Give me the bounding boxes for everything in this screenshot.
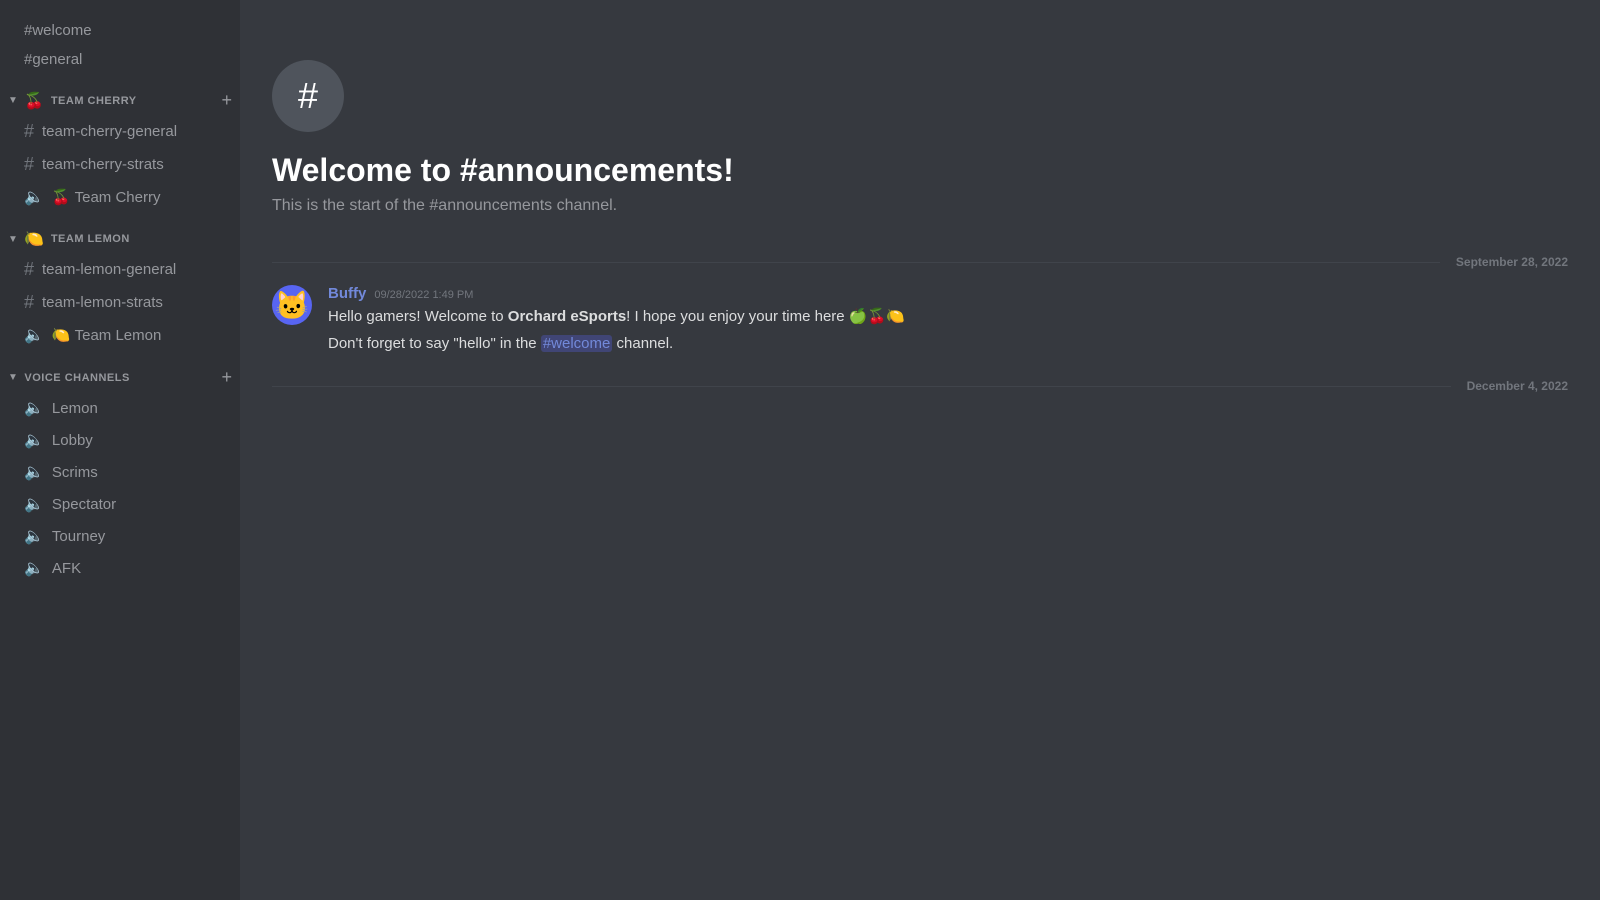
channel-name-general: general xyxy=(32,51,82,68)
date-label-2: December 4, 2022 xyxy=(1467,379,1568,393)
main-content: # Welcome to #announcements! This is the… xyxy=(240,0,1600,900)
chevron-icon: ▼ xyxy=(8,95,18,106)
hash-icon: # xyxy=(24,154,34,175)
category-team-lemon[interactable]: ▼ 🍋 TEAM LEMON xyxy=(0,213,240,253)
channel-icon: # xyxy=(272,60,344,132)
speaker-icon: 🔈 xyxy=(24,526,44,546)
message-group-buffy: 🐱 Buffy 09/28/2022 1:49 PM Hello gamers!… xyxy=(240,277,1600,363)
speaker-icon: 🔈 xyxy=(24,398,44,418)
channel-item-team-lemon-voice[interactable]: 🔈 🍋 Team Lemon xyxy=(8,320,232,350)
welcome-section: # Welcome to #announcements! This is the… xyxy=(240,0,1600,239)
avatar-buffy: 🐱 xyxy=(272,285,312,325)
add-channel-button-voice[interactable]: + xyxy=(221,367,232,388)
add-channel-button-cherry[interactable]: + xyxy=(221,90,232,111)
channel-name: Team Cherry xyxy=(75,189,161,206)
message-text-line1: Hello gamers! Welcome to Orchard eSports… xyxy=(328,306,1568,329)
channel-name: team-cherry-strats xyxy=(42,156,164,173)
category-voice-channels[interactable]: ▼ VOICE CHANNELS + xyxy=(0,351,240,392)
channel-name: Team Lemon xyxy=(75,327,162,344)
cherry-emoji-voice: 🍒 xyxy=(52,188,71,206)
hash-icon: # xyxy=(24,259,34,280)
speaker-icon: 🔈 xyxy=(24,494,44,514)
channel-name: team-cherry-general xyxy=(42,123,177,140)
channel-name: Lobby xyxy=(52,432,93,449)
hash-icon: # xyxy=(24,292,34,313)
speaker-icon: 🔈 xyxy=(24,325,44,345)
channel-item-lobby-vc[interactable]: 🔈 Lobby xyxy=(8,425,232,455)
channel-name: Spectator xyxy=(52,496,116,513)
chevron-icon: ▼ xyxy=(8,234,18,245)
category-label-voice: VOICE CHANNELS xyxy=(24,372,129,384)
channel-item-scrims-vc[interactable]: 🔈 Scrims xyxy=(8,457,232,487)
speaker-icon: 🔈 xyxy=(24,430,44,450)
lemon-emoji-voice: 🍋 xyxy=(52,326,71,344)
bold-orchard: Orchard eSports xyxy=(508,308,626,325)
hash-icon: # xyxy=(24,51,32,68)
welcome-title: Welcome to #announcements! xyxy=(272,152,1568,189)
date-label-1: September 28, 2022 xyxy=(1456,255,1568,269)
lemon-emoji: 🍋 xyxy=(24,229,44,249)
chevron-icon: ▼ xyxy=(8,372,18,383)
channel-name-welcome: welcome xyxy=(32,22,91,39)
category-label-team-cherry: TEAM CHERRY xyxy=(51,95,137,107)
channel-item-lemon-vc[interactable]: 🔈 Lemon xyxy=(8,393,232,423)
sidebar: # welcome # general ▼ 🍒 TEAM CHERRY + # … xyxy=(0,0,240,900)
hash-icon: # xyxy=(24,121,34,142)
hash-icon-large: # xyxy=(298,75,318,117)
channel-item-welcome[interactable]: # welcome xyxy=(8,17,232,44)
message-text-line2: Don't forget to say "hello" in the #welc… xyxy=(328,333,1568,356)
timestamp-buffy: 09/28/2022 1:49 PM xyxy=(374,289,473,301)
channel-name: team-lemon-general xyxy=(42,261,176,278)
welcome-subtitle: This is the start of the #announcements … xyxy=(272,197,1568,215)
channel-name: Lemon xyxy=(52,400,98,417)
channel-item-team-lemon-general[interactable]: # team-lemon-general xyxy=(8,254,232,285)
speaker-icon: 🔈 xyxy=(24,462,44,482)
message-header: Buffy 09/28/2022 1:49 PM xyxy=(328,285,1568,302)
channel-item-tourney-vc[interactable]: 🔈 Tourney xyxy=(8,521,232,551)
date-divider-1: September 28, 2022 xyxy=(240,239,1600,277)
channel-item-spectator-vc[interactable]: 🔈 Spectator xyxy=(8,489,232,519)
speaker-icon: 🔈 xyxy=(24,187,44,207)
channel-item-team-cherry-general[interactable]: # team-cherry-general xyxy=(8,116,232,147)
category-label-team-lemon: TEAM LEMON xyxy=(51,233,130,245)
date-divider-2: December 4, 2022 xyxy=(240,363,1600,401)
category-team-cherry[interactable]: ▼ 🍒 TEAM CHERRY + xyxy=(0,74,240,115)
channel-item-afk-vc[interactable]: 🔈 AFK xyxy=(8,553,232,583)
speaker-icon: 🔈 xyxy=(24,558,44,578)
channel-name: Scrims xyxy=(52,464,98,481)
channel-item-team-cherry-voice[interactable]: 🔈 🍒 Team Cherry xyxy=(8,182,232,212)
welcome-mention[interactable]: #welcome xyxy=(541,335,613,352)
channel-name: Tourney xyxy=(52,528,105,545)
channel-item-general[interactable]: # general xyxy=(8,46,232,73)
channel-item-team-lemon-strats[interactable]: # team-lemon-strats xyxy=(8,287,232,318)
message-content-buffy: Buffy 09/28/2022 1:49 PM Hello gamers! W… xyxy=(328,285,1568,355)
username-buffy: Buffy xyxy=(328,285,366,302)
cherry-emoji: 🍒 xyxy=(24,91,44,111)
channel-item-team-cherry-strats[interactable]: # team-cherry-strats xyxy=(8,149,232,180)
channel-name: AFK xyxy=(52,560,81,577)
channel-name: team-lemon-strats xyxy=(42,294,163,311)
